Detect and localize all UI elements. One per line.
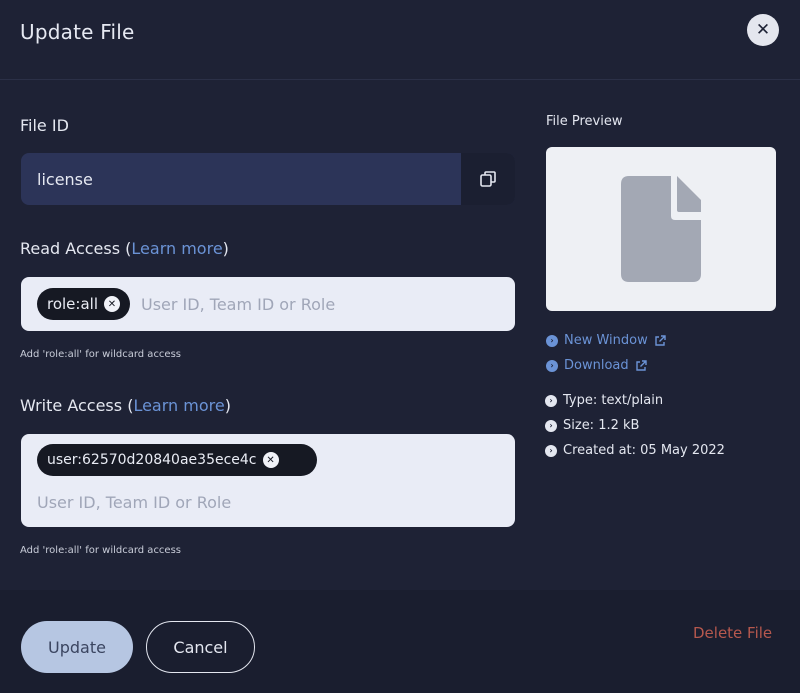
- read-access-close-paren: ): [222, 239, 229, 258]
- chevron-right-icon: ›: [545, 394, 557, 407]
- file-icon: [621, 176, 701, 282]
- write-access-title: Write Access: [20, 396, 123, 415]
- tag-label: user:62570d20840ae35ece4c: [47, 452, 257, 468]
- file-type-info: › Type: text/plain: [545, 393, 663, 408]
- write-access-hint: Add 'role:all' for wildcard access: [20, 545, 182, 556]
- remove-tag-icon[interactable]: ✕: [104, 296, 120, 312]
- modal-header: Update File ✕: [0, 0, 800, 80]
- remove-tag-icon[interactable]: ✕: [262, 452, 279, 468]
- cancel-button[interactable]: Cancel: [146, 621, 255, 673]
- read-access-hint: Add 'role:all' for wildcard access: [20, 349, 182, 360]
- file-preview: [546, 147, 776, 311]
- write-access-label: Write Access (Learn more): [20, 396, 231, 415]
- file-size-text: Size: 1.2 kB: [563, 418, 640, 433]
- external-link-icon: [654, 334, 666, 347]
- new-window-link[interactable]: › New Window: [546, 333, 666, 348]
- read-access-learn-more-link[interactable]: Learn more: [131, 239, 222, 258]
- read-access-input[interactable]: [141, 294, 501, 314]
- copy-button[interactable]: [461, 153, 515, 205]
- write-access-learn-more-link[interactable]: Learn more: [133, 396, 224, 415]
- new-window-label: New Window: [564, 333, 648, 348]
- read-access-label: Read Access (Learn more): [20, 239, 229, 258]
- delete-file-button[interactable]: Delete File: [693, 624, 772, 642]
- copy-icon: [480, 171, 496, 187]
- file-id-input[interactable]: [21, 153, 461, 205]
- file-id-field: [21, 153, 515, 205]
- close-icon: ✕: [755, 20, 771, 40]
- file-type-text: Type: text/plain: [563, 393, 664, 408]
- chevron-right-icon: ›: [546, 334, 558, 347]
- file-created-text: Created at: 05 May 2022: [563, 443, 725, 458]
- write-access-tag: user:62570d20840ae35ece4c ✕: [37, 444, 317, 476]
- modal-title: Update File: [20, 20, 135, 44]
- file-preview-label: File Preview: [546, 114, 623, 129]
- read-access-tag: role:all ✕: [37, 288, 130, 320]
- file-created-info: › Created at: 05 May 2022: [545, 443, 725, 458]
- write-access-input[interactable]: [37, 492, 497, 512]
- external-link-icon: [635, 359, 647, 372]
- chevron-right-icon: ›: [545, 419, 557, 432]
- tag-label: role:all: [47, 295, 98, 313]
- chevron-right-icon: ›: [546, 359, 558, 372]
- read-access-title: Read Access: [20, 239, 121, 258]
- close-button[interactable]: ✕: [747, 14, 779, 46]
- file-size-info: › Size: 1.2 kB: [545, 418, 639, 433]
- read-access-tag-field: role:all ✕: [21, 277, 515, 331]
- download-label: Download: [564, 358, 629, 373]
- file-id-label: File ID: [20, 116, 69, 135]
- write-access-close-paren: ): [224, 396, 231, 415]
- write-access-tag-field: user:62570d20840ae35ece4c ✕: [21, 434, 515, 527]
- download-link[interactable]: › Download: [546, 358, 647, 373]
- chevron-right-icon: ›: [545, 444, 557, 457]
- update-button[interactable]: Update: [21, 621, 133, 673]
